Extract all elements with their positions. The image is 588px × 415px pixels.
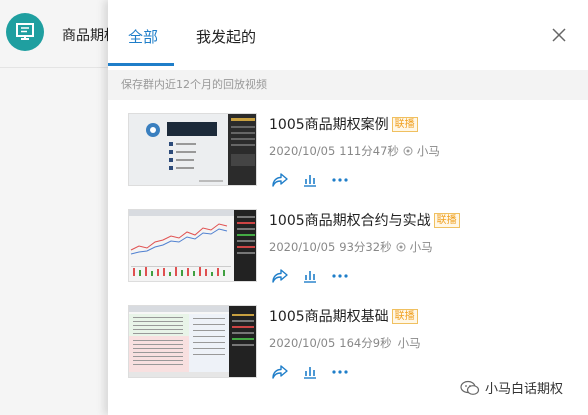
video-title[interactable]: 1005商品期权合约与实战 联播 [269, 210, 460, 230]
video-title-text: 1005商品期权合约与实战 [269, 213, 431, 229]
close-button[interactable] [549, 25, 569, 45]
tab-active-indicator [108, 63, 174, 66]
video-author: 小马 [416, 144, 440, 158]
more-button[interactable] [331, 267, 349, 285]
bar-chart-icon [304, 175, 316, 187]
video-date: 2020/10/05 [269, 336, 336, 350]
share-button[interactable] [271, 363, 289, 381]
share-icon [272, 173, 288, 187]
video-author: 小马 [409, 240, 433, 254]
video-meta: 2020/10/05 164分9秒 小马 [269, 335, 421, 351]
video-item[interactable]: 1005商品期权基础 联播 2020/10/05 164分9秒 小马 [128, 305, 568, 381]
retention-notice: 保存群内近12个月的回放视频 [108, 70, 588, 100]
stats-button[interactable] [301, 171, 319, 189]
presentation-icon [16, 23, 34, 40]
video-thumbnail[interactable] [128, 305, 257, 378]
group-avatar[interactable] [6, 13, 44, 51]
bar-chart-icon [304, 367, 316, 379]
more-button[interactable] [331, 171, 349, 189]
tab-mine[interactable]: 我发起的 [196, 26, 256, 47]
video-thumbnail[interactable] [128, 113, 257, 186]
video-title[interactable]: 1005商品期权基础 联播 [269, 306, 418, 326]
video-title-text: 1005商品期权基础 [269, 309, 389, 325]
more-icon [332, 370, 348, 374]
video-actions [271, 363, 361, 381]
video-duration: 93分32秒 [339, 240, 392, 254]
video-duration: 164分9秒 [339, 336, 392, 350]
video-title-text: 1005商品期权案例 [269, 117, 389, 133]
chat-title: 商品期权 [62, 28, 108, 44]
video-actions [271, 267, 361, 285]
video-actions [271, 171, 361, 189]
bar-chart-icon [304, 271, 316, 283]
live-badge: 联播 [391, 308, 418, 324]
stats-button[interactable] [301, 363, 319, 381]
video-title[interactable]: 1005商品期权案例 联播 [269, 114, 418, 134]
tab-bar: 全部 我发起的 [108, 0, 588, 68]
live-badge: 联播 [433, 212, 460, 228]
more-icon [332, 274, 348, 278]
video-meta: 2020/10/05 93分32秒 小马 [269, 239, 433, 255]
tab-all[interactable]: 全部 [128, 26, 158, 47]
share-button[interactable] [271, 171, 289, 189]
watermark-text: 小马白话期权 [485, 382, 564, 397]
replay-panel: 全部 我发起的 保存群内近12个月的回放视频 1005商品期权案例 联播 202… [108, 0, 588, 415]
share-button[interactable] [271, 267, 289, 285]
video-meta: 2020/10/05 111分47秒 小马 [269, 143, 440, 159]
more-icon [332, 178, 348, 182]
watermark: 小马白话期权 [460, 378, 563, 397]
wechat-icon [460, 380, 480, 395]
video-item[interactable]: 1005商品期权合约与实战 联播 2020/10/05 93分32秒 小马 [128, 209, 568, 285]
view-icon [396, 242, 406, 252]
video-item[interactable]: 1005商品期权案例 联播 2020/10/05 111分47秒 小马 [128, 113, 568, 189]
video-author: 小马 [397, 336, 421, 350]
live-badge: 联播 [391, 116, 418, 132]
video-duration: 111分47秒 [339, 144, 399, 158]
video-thumbnail[interactable] [128, 209, 257, 282]
share-icon [272, 365, 288, 379]
more-button[interactable] [331, 363, 349, 381]
video-date: 2020/10/05 [269, 144, 336, 158]
share-icon [272, 269, 288, 283]
close-icon [552, 28, 566, 42]
view-icon [403, 146, 413, 156]
video-date: 2020/10/05 [269, 240, 336, 254]
stats-button[interactable] [301, 267, 319, 285]
